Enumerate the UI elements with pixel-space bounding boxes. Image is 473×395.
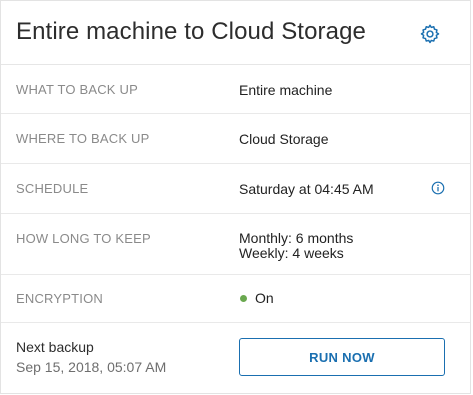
info-icon[interactable] [431, 181, 445, 195]
next-backup-time: Sep 15, 2018, 05:07 AM [16, 359, 167, 375]
detail-row-schedule: SCHEDULE Saturday at 04:45 AM [1, 164, 470, 214]
detail-label: WHERE TO BACK UP [16, 131, 150, 146]
detail-row-encryption: ENCRYPTION On [1, 275, 470, 323]
detail-label: WHAT TO BACK UP [16, 82, 138, 97]
backup-plan-card: Entire machine to Cloud Storage WHAT TO … [0, 0, 471, 394]
detail-value-monthly: Monthly: 6 months [239, 230, 354, 246]
detail-value-weekly: Weekly: 4 weeks [239, 245, 344, 261]
plan-title: Entire machine to Cloud Storage [16, 18, 366, 45]
detail-value: Cloud Storage [239, 131, 329, 147]
detail-label: ENCRYPTION [16, 291, 103, 306]
status-dot [240, 295, 247, 302]
detail-value: On [255, 290, 274, 306]
card-header: Entire machine to Cloud Storage [1, 1, 470, 65]
detail-label: HOW LONG TO KEEP [16, 231, 151, 246]
run-now-button[interactable]: RUN NOW [239, 338, 445, 376]
detail-row-how-long-to-keep: HOW LONG TO KEEP Monthly: 6 months Weekl… [1, 214, 470, 275]
detail-value: Entire machine [239, 82, 333, 98]
detail-row-what-to-back-up: WHAT TO BACK UP Entire machine [1, 65, 470, 114]
detail-value: Saturday at 04:45 AM [239, 181, 374, 197]
detail-label: SCHEDULE [16, 181, 89, 196]
next-backup-label: Next backup [16, 339, 94, 355]
gear-icon[interactable] [419, 23, 441, 45]
detail-row-where-to-back-up: WHERE TO BACK UP Cloud Storage [1, 114, 470, 164]
